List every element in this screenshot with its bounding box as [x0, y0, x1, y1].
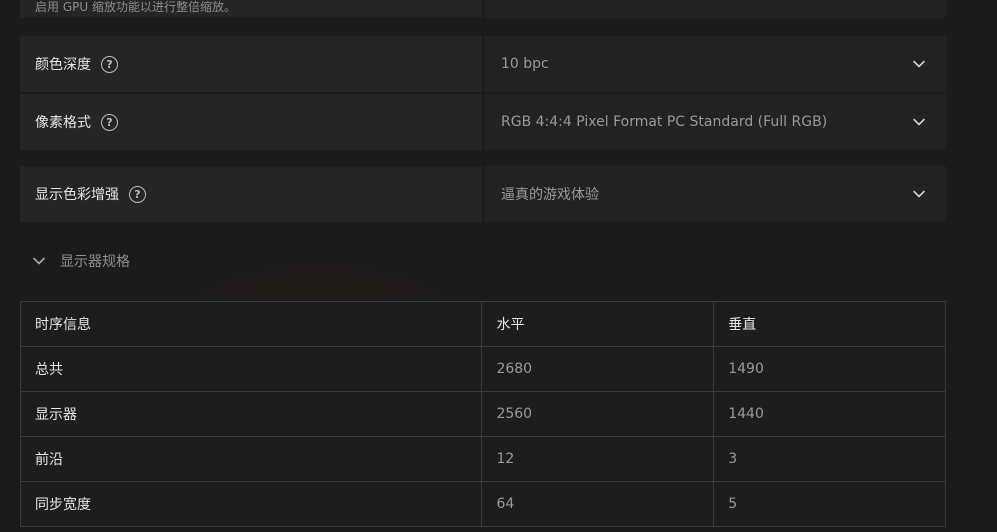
color-enhancement-dropdown[interactable]: 逼真的游戏体验 [484, 166, 946, 222]
table-cell: 总共 [19, 346, 483, 392]
table-header-row: 时序信息 水平 垂直 [19, 301, 946, 347]
gpu-scaling-description: 启用 GPU 缩放功能以进行整倍缩放。 [35, 0, 236, 14]
color-depth-label: 颜色深度 [35, 57, 91, 73]
table-cell: 2560 [481, 391, 715, 437]
table-cell: 1440 [713, 391, 946, 437]
table-header: 时序信息 [19, 301, 483, 347]
table-cell: 前沿 [19, 436, 483, 482]
help-icon[interactable]: ? [129, 185, 146, 203]
table-cell: 5 [713, 481, 946, 527]
color-enhancement-label-cell: 显示色彩增强 ? [20, 166, 482, 222]
section-title: 显示器规格 [60, 254, 130, 270]
table-header: 垂直 [713, 301, 946, 347]
help-icon[interactable]: ? [101, 113, 118, 131]
table-cell: 64 [481, 481, 715, 527]
table-cell: 同步宽度 [19, 481, 483, 527]
pixel-format-value: RGB 4:4:4 Pixel Format PC Standard (Full… [501, 114, 828, 130]
color-enhancement-row: 显示色彩增强 ? 逼真的游戏体验 [20, 166, 946, 222]
gpu-scaling-row: 启用 GPU 缩放功能以进行整倍缩放。 [20, 0, 946, 18]
table-row: 显示器 2560 1440 [19, 391, 946, 437]
pixel-format-dropdown[interactable]: RGB 4:4:4 Pixel Format PC Standard (Full… [484, 94, 946, 150]
table-cell: 12 [481, 436, 715, 482]
table-row: 前沿 12 3 [19, 436, 946, 482]
monitor-specs-section-toggle[interactable]: 显示器规格 [20, 246, 130, 276]
timing-table: 时序信息 水平 垂直 总共 2680 1490 显示器 2560 1440 前沿… [19, 301, 946, 527]
pixel-format-label: 像素格式 [35, 115, 91, 131]
chevron-down-icon [913, 60, 925, 68]
table-cell: 3 [713, 436, 946, 482]
table-row: 总共 2680 1490 [19, 346, 946, 392]
gpu-scaling-label-cell: 启用 GPU 缩放功能以进行整倍缩放。 [20, 0, 482, 18]
pixel-format-label-cell: 像素格式 ? [20, 94, 482, 150]
color-depth-row: 颜色深度 ? 10 bpc [20, 36, 946, 92]
table-cell: 1490 [713, 346, 946, 392]
color-depth-value: 10 bpc [501, 56, 549, 72]
chevron-down-icon [913, 118, 925, 126]
table-header: 水平 [481, 301, 715, 347]
table-cell: 2680 [481, 346, 715, 392]
color-enhancement-label: 显示色彩增强 [35, 187, 119, 203]
color-depth-label-cell: 颜色深度 ? [20, 36, 482, 92]
color-depth-dropdown[interactable]: 10 bpc [484, 36, 946, 92]
chevron-down-icon [33, 257, 45, 265]
color-enhancement-value: 逼真的游戏体验 [501, 187, 599, 203]
table-cell: 显示器 [19, 391, 483, 437]
help-icon[interactable]: ? [101, 55, 118, 73]
pixel-format-row: 像素格式 ? RGB 4:4:4 Pixel Format PC Standar… [20, 94, 946, 150]
chevron-down-icon [913, 190, 925, 198]
table-row: 同步宽度 64 5 [19, 481, 946, 527]
gpu-scaling-value-cell[interactable] [484, 0, 946, 18]
